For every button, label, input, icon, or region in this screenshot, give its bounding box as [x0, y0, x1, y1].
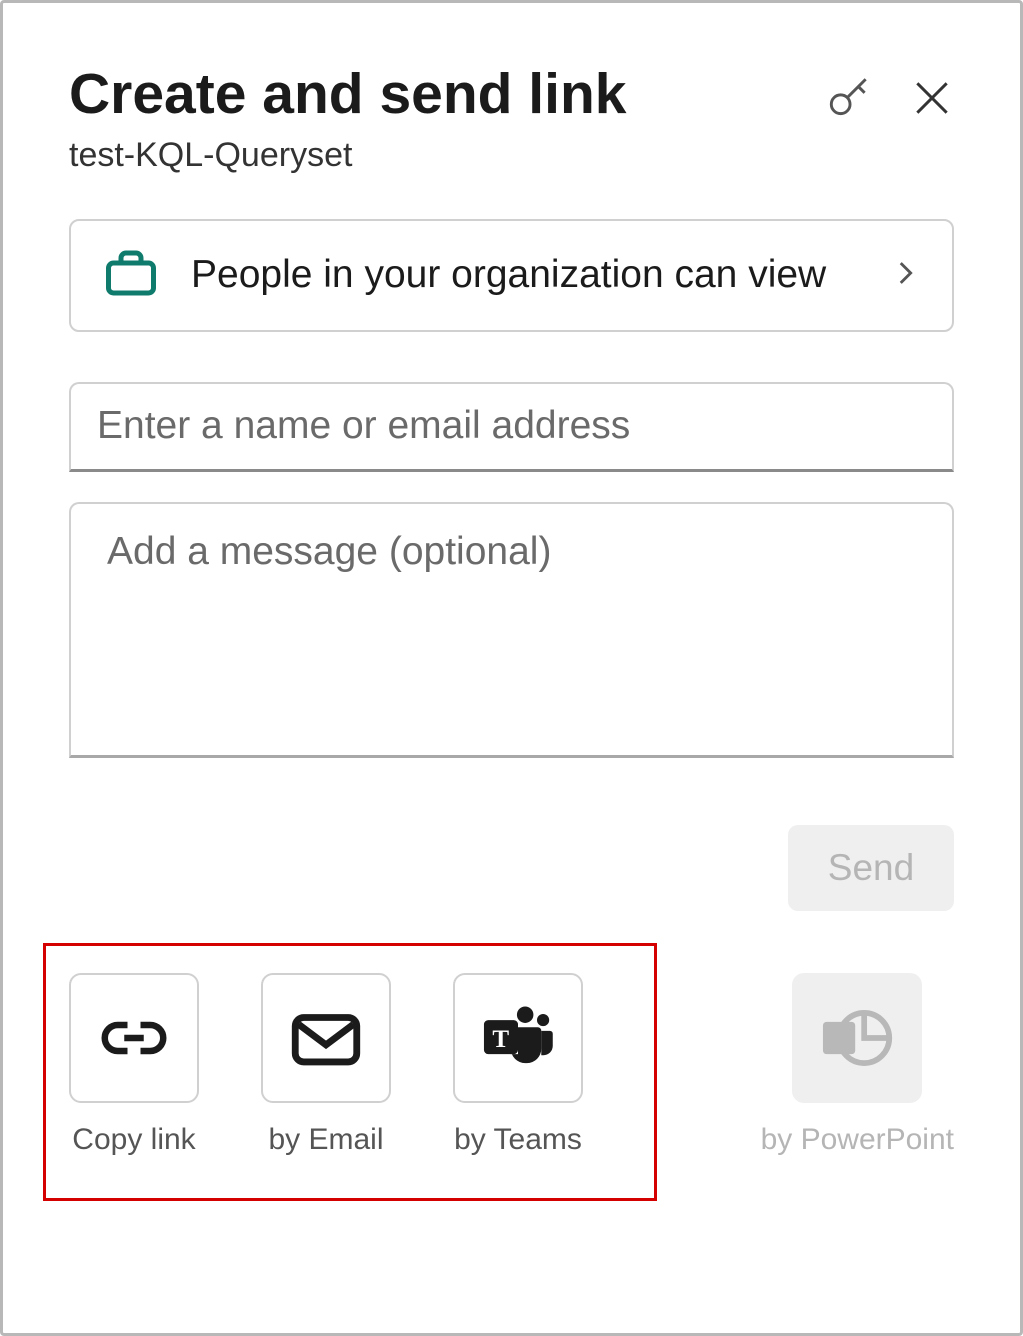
chevron-right-icon [888, 256, 922, 295]
teams-icon: T [475, 995, 561, 1081]
svg-text:T: T [492, 1026, 509, 1053]
share-dialog: Create and send link test-KQL-Queryset [0, 0, 1023, 1336]
by-email-label: by Email [268, 1123, 383, 1157]
close-button[interactable] [910, 76, 954, 120]
powerpoint-icon: P [814, 995, 900, 1081]
by-email-button[interactable] [261, 973, 391, 1103]
link-icon [95, 999, 173, 1077]
key-icon [824, 73, 874, 123]
dialog-title: Create and send link [69, 63, 824, 126]
header-actions [824, 63, 954, 123]
briefcase-icon [101, 243, 161, 308]
by-teams-item: T by Teams [453, 973, 583, 1157]
close-icon [910, 76, 954, 120]
header-text-block: Create and send link test-KQL-Queryset [69, 63, 824, 175]
by-powerpoint-button[interactable]: P [792, 973, 922, 1103]
svg-text:P: P [832, 1026, 847, 1053]
share-options-row: Copy link by Email T [69, 973, 954, 1157]
dialog-header: Create and send link test-KQL-Queryset [69, 63, 954, 175]
dialog-subtitle: test-KQL-Queryset [69, 136, 824, 175]
permission-selector[interactable]: People in your organization can view [69, 219, 954, 332]
by-email-item: by Email [261, 973, 391, 1157]
copy-link-button[interactable] [69, 973, 199, 1103]
send-row: Send [69, 825, 954, 911]
mail-icon [285, 997, 367, 1079]
message-input[interactable] [69, 502, 954, 758]
copy-link-label: Copy link [72, 1123, 195, 1157]
by-teams-label: by Teams [454, 1123, 582, 1157]
copy-link-item: Copy link [69, 973, 199, 1157]
by-powerpoint-label: by PowerPoint [761, 1123, 954, 1157]
by-powerpoint-item: P by PowerPoint [761, 973, 954, 1157]
permission-text: People in your organization can view [191, 249, 858, 302]
by-teams-button[interactable]: T [453, 973, 583, 1103]
send-button[interactable]: Send [788, 825, 954, 911]
recipient-input[interactable] [69, 382, 954, 472]
key-icon-button[interactable] [824, 73, 874, 123]
